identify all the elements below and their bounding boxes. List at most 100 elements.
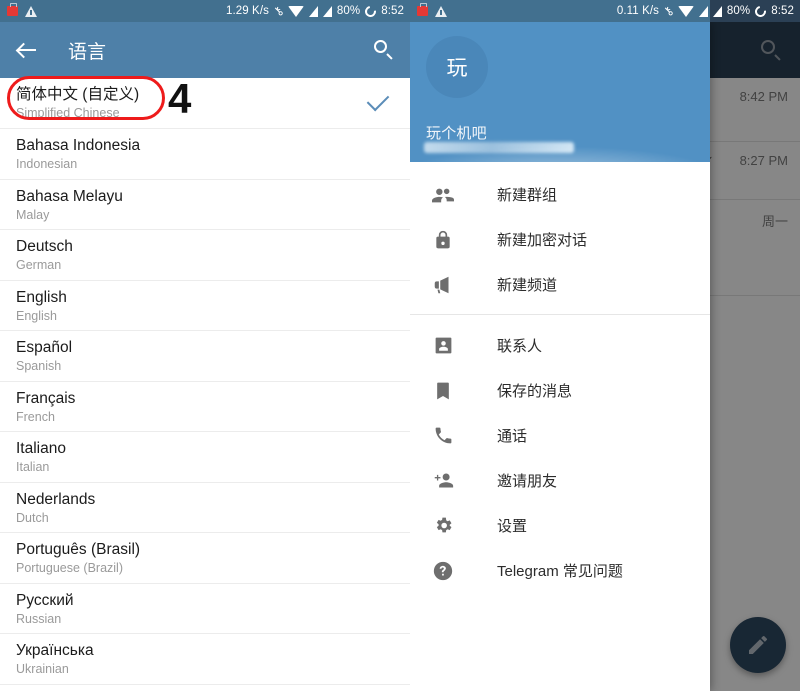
battery-circle-icon bbox=[363, 3, 379, 19]
wifi-icon bbox=[677, 5, 694, 17]
language-row[interactable]: Português (Brasil) Portuguese (Brazil) bbox=[0, 533, 410, 584]
language-english-name: Ukrainian bbox=[16, 662, 69, 676]
language-name: Nederlands bbox=[16, 490, 96, 508]
language-name: Deutsch bbox=[16, 238, 73, 255]
language-name: Español bbox=[16, 339, 73, 356]
page-title: 语言 bbox=[68, 41, 107, 63]
language-row[interactable]: Українська Ukrainian bbox=[0, 634, 410, 685]
battery-percent-text: 80% bbox=[726, 5, 751, 17]
language-row[interactable]: English English bbox=[0, 281, 410, 331]
language-english-name: Malay bbox=[16, 207, 50, 222]
language-english-name: Italian bbox=[16, 460, 50, 474]
left-panel-language-settings: 1.29 K/s ⚷ 80% 8:52 语言 简体中文 (自定义) Simplif… bbox=[0, 0, 410, 691]
clock-text: 8:52 bbox=[771, 5, 794, 17]
status-bar-right-left-icons bbox=[417, 3, 447, 17]
language-english-name: Simplified Chinese bbox=[16, 106, 120, 120]
drawer-menu-item[interactable]: 通话 bbox=[410, 413, 710, 458]
drawer-menu-item-label: 邀请朋友 bbox=[497, 473, 558, 490]
menu-divider bbox=[410, 314, 710, 315]
status-bar-left: 1.29 K/s ⚷ 80% 8:52 bbox=[0, 0, 410, 22]
language-name: Português (Brasil) bbox=[16, 541, 141, 558]
telegram-main-screen: 8:42 PMyour a…✓✓8:27 PM🔕周一点击上… 玩 玩个机吧 ●●… bbox=[410, 22, 800, 691]
status-bar-right: 0.11 K/s ⚷ 80% 8:52 bbox=[410, 0, 800, 22]
language-row[interactable]: Bahasa Melayu Malay bbox=[0, 180, 410, 230]
clock-text: 8:52 bbox=[381, 5, 404, 17]
language-english-name: German bbox=[16, 258, 62, 272]
search-icon-handle bbox=[386, 53, 393, 60]
language-name: Italiano bbox=[16, 440, 66, 457]
language-row[interactable]: Nederlands Dutch bbox=[0, 483, 410, 533]
drawer-menu[interactable]: 新建群组新建加密对话 新建频道联系人保存的消息通话邀请朋友设置 Telegram 常… bbox=[410, 162, 710, 593]
work-briefcase-icon bbox=[417, 3, 428, 16]
signal-bars-icon-2 bbox=[322, 5, 332, 17]
network-speed-text: 0.11 K/s bbox=[616, 5, 659, 17]
drawer-profile-header[interactable]: 玩 玩个机吧 ●●●●●●●●●●● bbox=[410, 22, 710, 162]
battery-circle-icon bbox=[753, 3, 769, 19]
drawer-menu-item-label: 联系人 bbox=[497, 338, 543, 355]
language-name: Bahasa Indonesia bbox=[16, 137, 141, 154]
language-row[interactable]: 简体中文 (自定义) Simplified Chinese bbox=[0, 78, 410, 129]
drawer-menu-item[interactable]: 设置 bbox=[410, 503, 710, 548]
drawer-menu-item[interactable]: 保存的消息 bbox=[410, 368, 710, 413]
avatar[interactable]: 玩 bbox=[426, 36, 488, 98]
search-icon[interactable] bbox=[372, 38, 396, 62]
language-english-name: Russian bbox=[16, 611, 62, 626]
language-name: English bbox=[16, 288, 67, 306]
battery-percent-text: 80% bbox=[336, 5, 361, 17]
work-briefcase-icon bbox=[7, 3, 18, 16]
language-name: Русский bbox=[16, 591, 74, 609]
warning-triangle-icon bbox=[25, 5, 37, 17]
account-name: 玩个机吧 bbox=[426, 125, 487, 142]
drawer-menu-item[interactable]: 新建加密对话 bbox=[410, 217, 710, 262]
drawer-menu-item[interactable]: Telegram 常见问题 bbox=[410, 548, 710, 593]
screenshot-root: 1.29 K/s ⚷ 80% 8:52 语言 简体中文 (自定义) Simplif… bbox=[0, 0, 800, 691]
vpn-key-icon: ⚷ bbox=[270, 2, 287, 20]
bookmark-saved-messages-icon bbox=[430, 378, 456, 404]
account-phone-redacted: ●●●●●●●●●●● bbox=[424, 142, 574, 153]
help-question-icon bbox=[430, 558, 456, 584]
language-name: Français bbox=[16, 389, 76, 407]
megaphone-channel-icon bbox=[430, 272, 456, 298]
language-row[interactable]: Français French bbox=[0, 382, 410, 432]
language-row[interactable]: Bahasa Indonesia Indonesian bbox=[0, 129, 410, 180]
language-row[interactable]: Русский Russian bbox=[0, 584, 410, 634]
right-panel-telegram-drawer: 0.11 K/s ⚷ 80% 8:52 8:42 PMyour a…✓✓8:27 bbox=[410, 0, 800, 691]
language-row[interactable]: Italiano Italian bbox=[0, 432, 410, 483]
contacts-icon bbox=[430, 333, 456, 359]
drawer-menu-item[interactable]: 新建群组 bbox=[410, 172, 710, 217]
phone-calls-icon bbox=[430, 423, 456, 449]
language-toolbar: 语言 bbox=[0, 22, 410, 78]
drawer-menu-item-label: 新建频道 bbox=[497, 277, 558, 294]
lock-secret-chat-icon bbox=[430, 227, 456, 253]
warning-triangle-icon bbox=[435, 5, 447, 17]
wifi-icon bbox=[287, 5, 304, 17]
language-list[interactable]: 简体中文 (自定义) Simplified Chinese Bahasa Indon… bbox=[0, 78, 410, 685]
language-row[interactable]: Deutsch German bbox=[0, 230, 410, 281]
network-speed-text: 1.29 K/s bbox=[225, 5, 269, 17]
language-english-name: Dutch bbox=[16, 510, 49, 525]
language-name: 简体中文 (自定义) bbox=[16, 86, 140, 103]
language-english-name: French bbox=[16, 409, 55, 424]
vpn-key-icon: ⚷ bbox=[660, 2, 677, 20]
language-english-name: English bbox=[16, 308, 57, 323]
drawer-menu-item-label: Telegram 常见问题 bbox=[497, 563, 623, 580]
language-name: Українська bbox=[16, 642, 94, 659]
language-row[interactable]: Español Spanish bbox=[0, 331, 410, 382]
drawer-menu-item[interactable]: 新建频道 bbox=[410, 262, 710, 307]
back-arrow-icon[interactable] bbox=[14, 37, 40, 63]
search-icon-circle bbox=[374, 40, 387, 53]
language-english-name: Portuguese (Brazil) bbox=[16, 561, 123, 575]
drawer-menu-item-label: 设置 bbox=[497, 518, 528, 535]
signal-bars-icon-2 bbox=[712, 5, 722, 17]
language-english-name: Indonesian bbox=[16, 157, 78, 171]
signal-bars-icon bbox=[308, 5, 318, 17]
new-group-icon bbox=[430, 182, 456, 208]
drawer-menu-item-label: 通话 bbox=[497, 428, 528, 445]
drawer-menu-item[interactable]: 邀请朋友 bbox=[410, 458, 710, 503]
navigation-drawer: 玩 玩个机吧 ●●●●●●●●●●● 新建群组新建加密对话新建频道联系人保存的消… bbox=[410, 22, 710, 691]
language-english-name: Spanish bbox=[16, 359, 62, 373]
drawer-menu-item-label: 新建加密对话 bbox=[497, 232, 588, 249]
drawer-menu-item[interactable]: 联系人 bbox=[410, 323, 710, 368]
status-bar-right-right-icons: 0.11 K/s ⚷ 80% 8:52 bbox=[616, 2, 794, 20]
status-bar-left-icons bbox=[7, 3, 37, 17]
